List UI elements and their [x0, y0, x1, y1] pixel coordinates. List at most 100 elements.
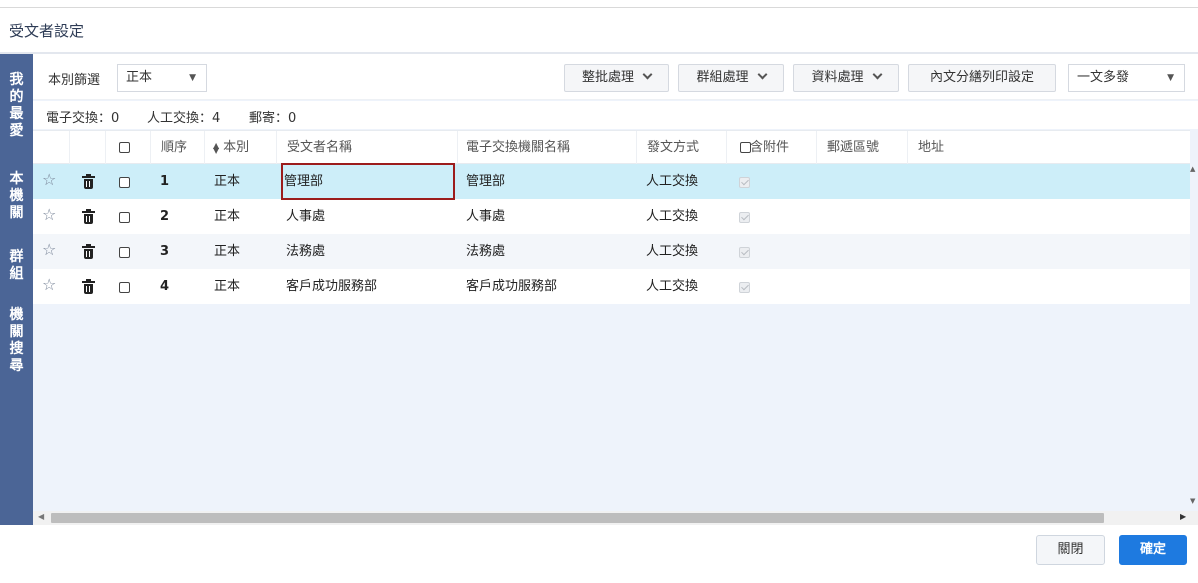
row-copy-type: 正本 [214, 174, 241, 189]
attachment-all-checkbox[interactable] [740, 142, 751, 153]
vertical-scrollbar[interactable]: ▲ ▼ [1190, 163, 1198, 511]
sidebar-item-char: 機 [9, 307, 24, 323]
sidebar-item-char: 尋 [9, 358, 24, 374]
copy-type-select-value: 正本 [126, 70, 153, 85]
caret-down-icon: ▼ [189, 73, 196, 83]
sidebar-item-char: 搜 [9, 341, 24, 357]
row-recipient[interactable]: 法務處 [286, 234, 325, 269]
dialog-title: 受文者設定 [9, 22, 85, 40]
header-select-col [106, 131, 151, 164]
sidebar-item-agency-search[interactable]: 機 關 搜 尋 [0, 307, 33, 375]
batch-process-button[interactable]: 整批處理 [564, 64, 669, 92]
header-order[interactable]: 順序 [151, 131, 205, 164]
sidebar-item-char: 組 [9, 266, 24, 282]
dispatch-mode-select[interactable]: 一文多發 ▼ [1068, 64, 1185, 92]
star-icon[interactable]: ☆ [42, 275, 56, 294]
row-checkbox[interactable] [119, 247, 130, 258]
sidebar-item-this-agency[interactable]: 本 機 關 [0, 171, 33, 222]
top-border [0, 7, 1198, 8]
row-copy-type: 正本 [214, 244, 241, 259]
header-address: 地址 [918, 140, 945, 155]
chevron-down-icon [642, 69, 653, 80]
sidebar-item-groups[interactable]: 群 組 [0, 249, 33, 283]
data-process-button[interactable]: 資料處理 [793, 64, 899, 92]
caret-down-icon: ▼ [1167, 73, 1174, 83]
main-panel: 本別篩選 正本 ▼ 整批處理 群組處理 資料處理 內文分繕列印設定 一文多發 ▼… [33, 54, 1198, 525]
trash-icon[interactable] [82, 174, 95, 189]
header-star-col [33, 131, 70, 164]
scroll-down-icon[interactable]: ▼ [1190, 497, 1195, 505]
filter-label: 本別篩選 [48, 73, 101, 88]
trash-icon[interactable] [82, 279, 95, 294]
trash-icon[interactable] [82, 209, 95, 224]
row-checkbox[interactable] [119, 212, 130, 223]
row-order: 2 [160, 209, 170, 224]
horizontal-scroll-thumb[interactable] [51, 513, 1104, 523]
copy-type-select[interactable]: 正本 ▼ [117, 64, 207, 92]
print-settings-button[interactable]: 內文分繕列印設定 [908, 64, 1056, 92]
horizontal-scrollbar[interactable]: ◀ ▶ [33, 511, 1198, 525]
table-row[interactable]: ☆ 2 正本 人事處 人事處 人工交換 [33, 199, 1190, 234]
row-recipient[interactable]: 管理部 [284, 164, 323, 199]
sidebar-item-char: 愛 [9, 123, 24, 139]
scroll-right-icon[interactable]: ▶ [1180, 512, 1186, 521]
row-copy-type: 正本 [214, 279, 241, 294]
row-attachment-checkbox [739, 282, 750, 293]
star-icon[interactable]: ☆ [42, 170, 56, 189]
close-button[interactable]: 關閉 [1036, 535, 1105, 565]
dispatch-mode-value: 一文多發 [1077, 70, 1130, 85]
header-postal: 郵遞區號 [817, 131, 908, 164]
sidebar-item-char: 我 [9, 72, 24, 88]
sidebar-item-char: 群 [9, 249, 24, 265]
header-copy-type[interactable]: ▲ ▼ 本別 [205, 131, 277, 164]
table-header: 順序 ▲ ▼ 本別 受文者名稱 電子交換機關名稱 發文方式 含附件 郵遞區號 地址 [33, 130, 1190, 164]
row-method: 人工交換 [646, 244, 699, 259]
data-process-label: 資料處理 [811, 70, 864, 85]
scroll-left-icon[interactable]: ◀ [38, 512, 44, 521]
row-method: 人工交換 [646, 209, 699, 224]
group-process-label: 群組處理 [696, 70, 749, 85]
table-row[interactable]: ☆ 1 正本 管理部 管理部 人工交換 [33, 164, 1190, 199]
header-attachment: 含附件 [727, 131, 817, 164]
table-row[interactable]: ☆ 4 正本 客戶成功服務部 客戶成功服務部 人工交換 [33, 269, 1190, 304]
sidebar-item-char: 最 [9, 106, 24, 122]
row-recipient[interactable]: 人事處 [286, 199, 325, 234]
row-copy-type: 正本 [214, 209, 241, 224]
row-checkbox[interactable] [119, 177, 130, 188]
sidebar-item-char: 關 [9, 324, 24, 340]
row-order: 4 [160, 279, 170, 294]
electronic-count: 電子交換：0 [46, 111, 120, 126]
row-agency: 客戶成功服務部 [466, 279, 558, 294]
sidebar-item-char: 本 [9, 171, 24, 187]
row-method: 人工交換 [646, 174, 699, 189]
trash-icon[interactable] [82, 244, 95, 259]
group-process-button[interactable]: 群組處理 [678, 64, 784, 92]
star-icon[interactable]: ☆ [42, 240, 56, 259]
print-settings-label: 內文分繕列印設定 [929, 70, 1034, 85]
table-row[interactable]: ☆ 3 正本 法務處 法務處 人工交換 [33, 234, 1190, 269]
row-order: 1 [160, 174, 170, 189]
row-checkbox[interactable] [119, 282, 130, 293]
manual-count: 人工交換：4 [147, 111, 221, 126]
select-all-checkbox[interactable] [119, 142, 130, 153]
confirm-button[interactable]: 確定 [1119, 535, 1187, 565]
sidebar-item-char: 機 [9, 188, 24, 204]
sort-icon: ▲ ▼ [213, 140, 220, 155]
batch-process-label: 整批處理 [581, 70, 634, 85]
row-attachment-checkbox [739, 247, 750, 258]
sidebar-item-char: 關 [9, 205, 24, 221]
row-method: 人工交換 [646, 279, 699, 294]
chevron-down-icon [757, 69, 767, 80]
row-attachment-checkbox [739, 177, 750, 188]
header-copy-type-label: 本別 [223, 140, 250, 155]
row-agency: 法務處 [466, 244, 506, 259]
sidebar-item-favorites[interactable]: 我 的 最 愛 [0, 72, 33, 140]
row-recipient[interactable]: 客戶成功服務部 [286, 269, 377, 304]
filter-bar: 本別篩選 正本 ▼ 整批處理 群組處理 資料處理 內文分繕列印設定 一文多發 ▼ [33, 54, 1198, 100]
star-icon[interactable]: ☆ [42, 205, 56, 224]
header-attachment-label: 含附件 [750, 140, 790, 155]
count-bar: 電子交換：0 人工交換：4 郵寄：0 [33, 101, 1198, 129]
scroll-up-icon[interactable]: ▲ [1190, 165, 1195, 173]
row-attachment-checkbox [739, 212, 750, 223]
mail-count: 郵寄：0 [249, 111, 297, 126]
